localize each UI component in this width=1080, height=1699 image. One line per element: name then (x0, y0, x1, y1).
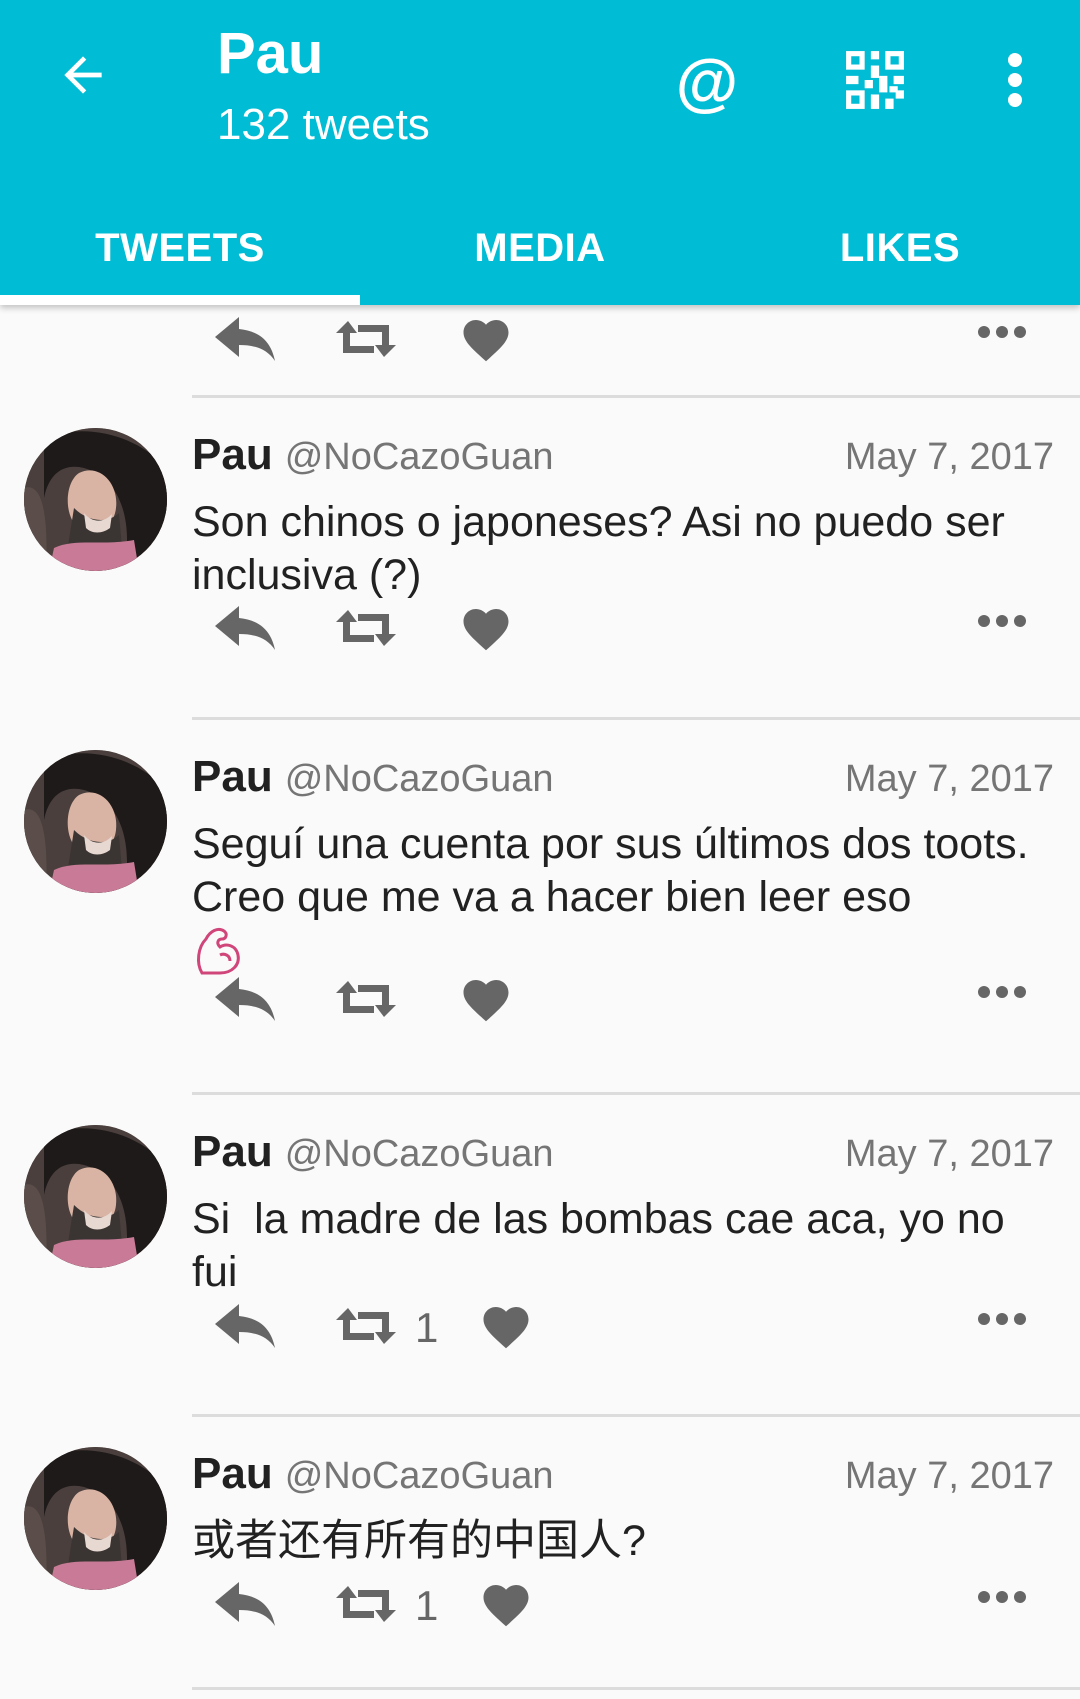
author-name[interactable]: Pau (192, 752, 273, 802)
reply-icon[interactable] (213, 1580, 277, 1628)
retweet-icon[interactable] (333, 1306, 399, 1346)
more-horiz-icon[interactable] (977, 614, 1027, 628)
divider (192, 1687, 1080, 1690)
tab-likes[interactable]: LIKES (720, 192, 1080, 305)
arrow-back-icon (55, 47, 111, 108)
mention-icon: @ (675, 46, 739, 118)
tweet-item[interactable]: Pau @NoCazoGuan May 7, 2017 Seguí una cu… (0, 720, 1080, 1090)
avatar[interactable] (24, 750, 167, 893)
retweet-count: 1 (415, 1304, 439, 1351)
heart-icon[interactable] (459, 313, 513, 363)
tab-tweets[interactable]: TWEETS (0, 192, 360, 305)
more-horiz-icon[interactable] (977, 325, 1027, 339)
app-bar: Pau 132 tweets @ TWEETS MEDIA LIKES (0, 0, 1080, 305)
retweet-icon[interactable] (333, 608, 399, 648)
heart-icon[interactable] (479, 1300, 533, 1350)
profile-tabs: TWEETS MEDIA LIKES (0, 192, 1080, 305)
reply-icon[interactable] (213, 975, 277, 1023)
more-vert-icon (1007, 52, 1023, 113)
retweet-icon[interactable] (333, 319, 399, 359)
qr-code-button[interactable] (835, 42, 915, 122)
heart-icon[interactable] (459, 602, 513, 652)
retweet-icon[interactable] (333, 979, 399, 1019)
tweet-header: Pau @NoCazoGuan May 7, 2017 (192, 430, 1054, 490)
author-handle[interactable]: @NoCazoGuan (285, 758, 554, 801)
tweet-actions (0, 965, 1080, 1045)
tweet-text: Si la madre de las bombas cae aca, yo no… (192, 1195, 1017, 1296)
author-handle[interactable]: @NoCazoGuan (285, 1455, 554, 1498)
mention-button[interactable]: @ (667, 42, 747, 122)
tweet-item[interactable]: Pau @NoCazoGuan May 7, 2017 Si la madre … (0, 1095, 1080, 1415)
author-handle[interactable]: @NoCazoGuan (285, 1133, 554, 1176)
more-horiz-icon[interactable] (977, 1312, 1027, 1326)
tweet-count: 132 tweets (217, 100, 430, 149)
tweet-actions (0, 305, 1080, 385)
tweet-text: 或者还有所有的中国人? (192, 1517, 646, 1565)
avatar[interactable] (24, 1447, 167, 1590)
heart-icon[interactable] (459, 973, 513, 1023)
tweet-actions: 1 (0, 1292, 1080, 1372)
retweet-count: 1 (415, 1582, 439, 1629)
tweet-actions (0, 594, 1080, 674)
overflow-menu-button[interactable] (975, 42, 1055, 122)
author-name[interactable]: Pau (192, 430, 273, 480)
profile-name: Pau (217, 21, 324, 86)
author-handle[interactable]: @NoCazoGuan (285, 436, 554, 479)
avatar[interactable] (24, 428, 167, 571)
tweet-header: Pau @NoCazoGuan May 7, 2017 (192, 752, 1054, 812)
heart-icon[interactable] (479, 1578, 533, 1628)
reply-icon[interactable] (213, 1302, 277, 1350)
tweet-date: May 7, 2017 (844, 1133, 1054, 1175)
more-horiz-icon[interactable] (977, 1590, 1027, 1604)
retweet-icon[interactable] (333, 1584, 399, 1624)
tweet-date: May 7, 2017 (844, 436, 1054, 478)
tweet-header: Pau @NoCazoGuan May 7, 2017 (192, 1127, 1054, 1187)
tweet-text: Son chinos o japoneses? Asi no puedo ser… (192, 498, 1005, 599)
tweet-item[interactable]: Pau @NoCazoGuan May 7, 2017 或者还有所有的中国人? … (0, 1417, 1080, 1697)
more-horiz-icon[interactable] (977, 985, 1027, 999)
tweet-item[interactable]: Pau @NoCazoGuan May 7, 2017 Son chinos o… (0, 398, 1080, 718)
tweet-text: Seguí una cuenta por sus últimos dos too… (192, 820, 1029, 921)
tab-media[interactable]: MEDIA (360, 192, 720, 305)
author-name[interactable]: Pau (192, 1449, 273, 1499)
tweet-date: May 7, 2017 (844, 758, 1054, 800)
tweet-header: Pau @NoCazoGuan May 7, 2017 (192, 1449, 1054, 1509)
qr-code-icon (844, 49, 906, 116)
tweet-actions: 1 (0, 1570, 1080, 1650)
tweet-date: May 7, 2017 (844, 1455, 1054, 1497)
author-name[interactable]: Pau (192, 1127, 273, 1177)
tweet-feed[interactable]: Pau @NoCazoGuan May 7, 2017 Son chinos o… (0, 305, 1080, 1699)
reply-icon[interactable] (213, 315, 277, 363)
back-button[interactable] (48, 42, 118, 112)
reply-icon[interactable] (213, 604, 277, 652)
avatar[interactable] (24, 1125, 167, 1268)
